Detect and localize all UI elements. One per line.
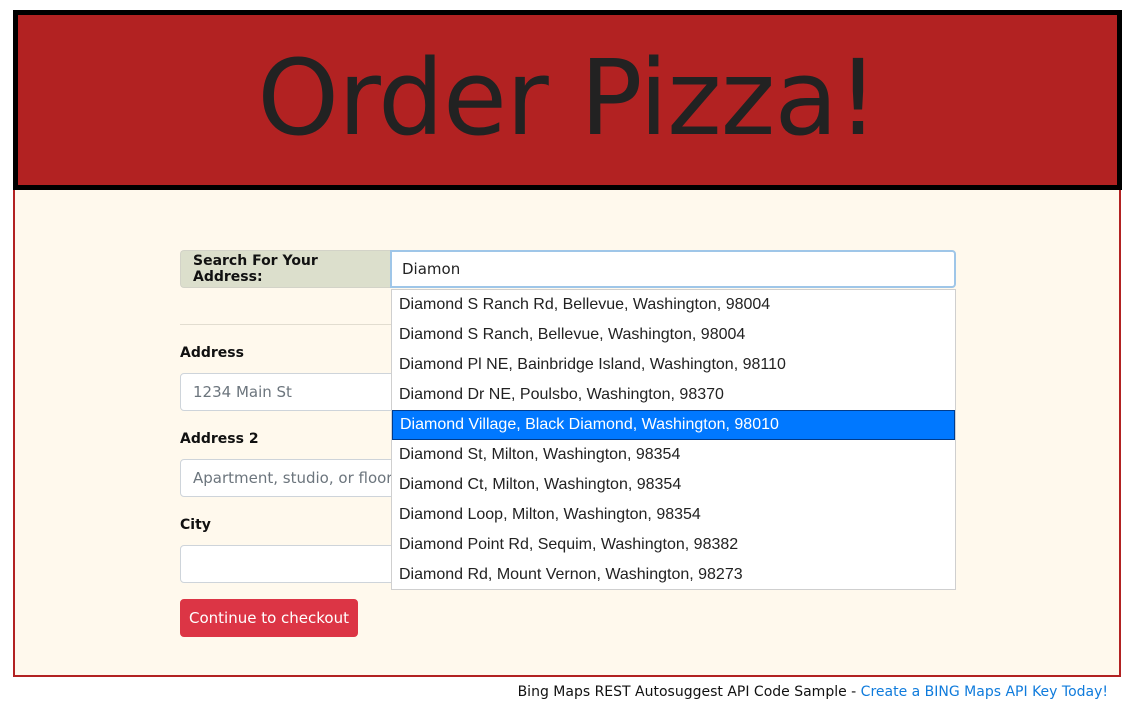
suggestion-item[interactable]: Diamond Point Rd, Sequim, Washington, 98… — [392, 530, 955, 560]
suggestion-item[interactable]: Diamond Loop, Milton, Washington, 98354 — [392, 500, 955, 530]
page-title: Order Pizza! — [257, 37, 879, 159]
suggestion-item[interactable]: Diamond S Ranch Rd, Bellevue, Washington… — [392, 290, 955, 320]
suggestion-item[interactable]: Diamond St, Milton, Washington, 98354 — [392, 440, 955, 470]
address-input[interactable] — [180, 373, 420, 411]
address-search-group: Search For Your Address: — [180, 250, 956, 288]
footer-text: Bing Maps REST Autosuggest API Code Samp… — [517, 684, 861, 700]
continue-to-checkout-button[interactable]: Continue to checkout — [180, 599, 358, 637]
address2-label: Address 2 — [180, 431, 259, 447]
suggestion-item[interactable]: Diamond Pl NE, Bainbridge Island, Washin… — [392, 350, 955, 380]
api-key-link[interactable]: Create a BING Maps API Key Today! — [861, 684, 1108, 700]
autosuggest-dropdown: Diamond S Ranch Rd, Bellevue, Washington… — [391, 289, 956, 590]
suggestion-item[interactable]: Diamond S Ranch, Bellevue, Washington, 9… — [392, 320, 955, 350]
address2-input[interactable] — [180, 459, 420, 497]
city-label: City — [180, 517, 211, 533]
city-input[interactable] — [180, 545, 420, 583]
suggestion-item[interactable]: Diamond Village, Black Diamond, Washingt… — [392, 410, 955, 440]
page: Order Pizza! Search For Your Address: Ad… — [0, 0, 1140, 717]
address-search-input[interactable] — [390, 250, 956, 288]
suggestion-item[interactable]: Diamond Ct, Milton, Washington, 98354 — [392, 470, 955, 500]
suggestion-item[interactable]: Diamond Rd, Mount Vernon, Washington, 98… — [392, 560, 955, 590]
search-label: Search For Your Address: — [180, 250, 390, 288]
suggestion-item[interactable]: Diamond Dr NE, Poulsbo, Washington, 9837… — [392, 380, 955, 410]
footer: Bing Maps REST Autosuggest API Code Samp… — [518, 684, 1108, 700]
header-banner: Order Pizza! — [13, 10, 1122, 190]
address-label: Address — [180, 345, 244, 361]
